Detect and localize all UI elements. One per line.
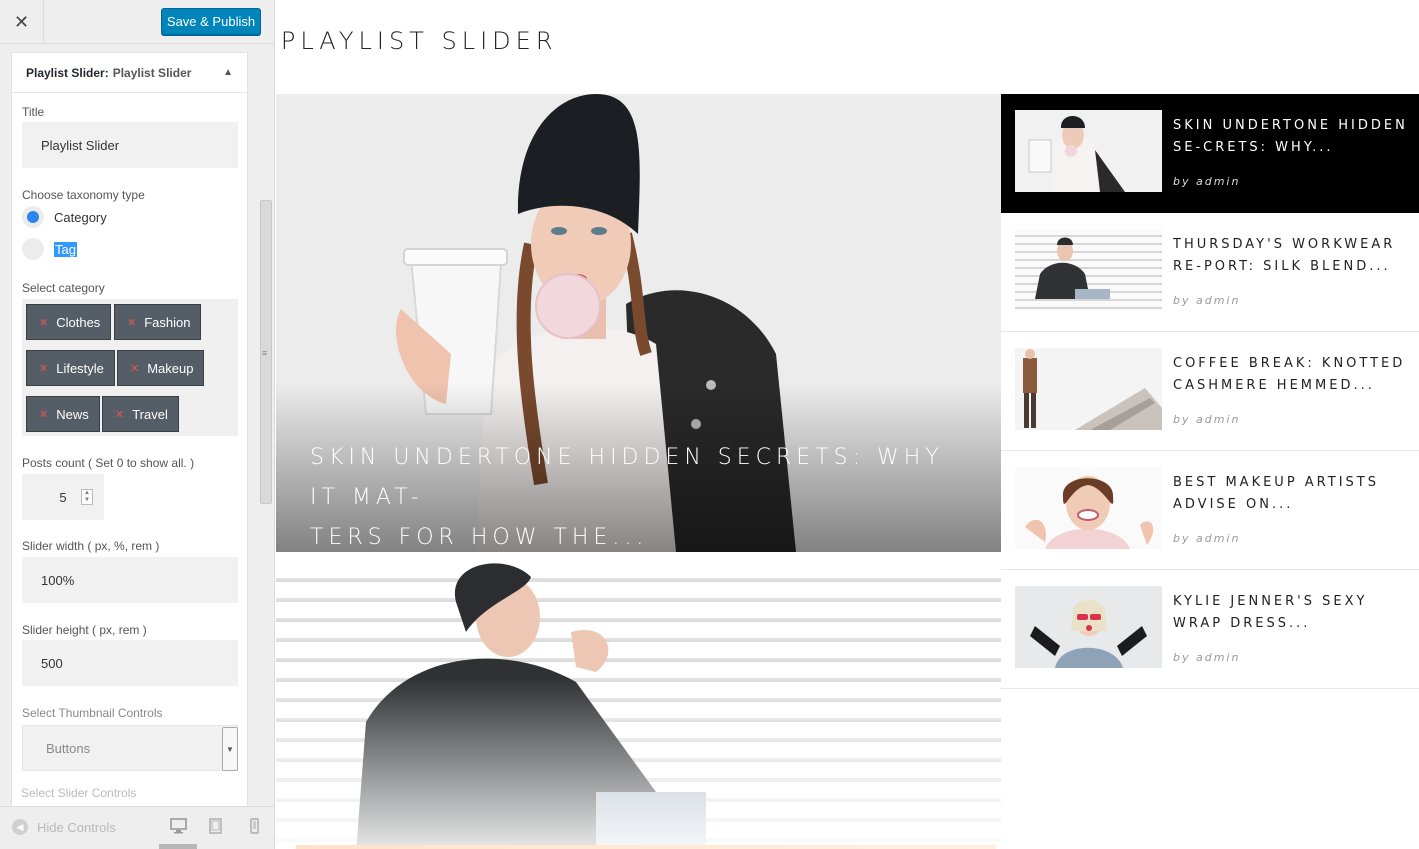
thumbnail-image <box>1015 348 1162 430</box>
close-icon[interactable]: ✕ <box>0 0 44 44</box>
posts-count-label: Posts count ( Set 0 to show all. ) <box>22 456 195 470</box>
category-chip[interactable]: ✕ Travel <box>102 396 179 432</box>
thumbnail-item[interactable]: KYLIE JENNER'S SEXY WRAP DRESS... by adm… <box>1001 570 1419 689</box>
chevron-down-icon[interactable]: ▼ <box>222 727 238 771</box>
remove-icon[interactable]: ✕ <box>39 408 48 421</box>
category-chip[interactable]: ✕ Fashion <box>114 304 202 340</box>
widget-title-bar[interactable]: Playlist Slider: Playlist Slider ▲ <box>12 53 247 93</box>
taxonomy-option-tag[interactable]: Tag <box>22 238 77 260</box>
slider-width-label: Slider width ( px, %, rem ) <box>22 539 160 553</box>
taxonomy-option-category[interactable]: Category <box>22 206 107 228</box>
thumbnail-image <box>1015 229 1162 311</box>
hero-caption-line: TERS FOR HOW THE... <box>310 525 649 550</box>
radio-tag[interactable] <box>22 238 44 260</box>
chip-label: News <box>56 406 89 422</box>
slider-height-input[interactable]: 500 <box>22 640 238 686</box>
hide-controls-button[interactable]: ◀ Hide Controls <box>12 819 116 835</box>
page-title: ▲PLAYLIST SLIDER <box>276 27 558 55</box>
thumbnail-title[interactable]: SKIN UNDERTONE HIDDEN SE-CRETS: WHY... <box>1173 115 1408 159</box>
widget-title-prefix: Playlist Slider: <box>26 65 109 80</box>
sidebar-footer: ◀ Hide Controls <box>0 806 274 849</box>
title-input[interactable]: Playlist Slider <box>22 122 238 168</box>
chip-label: Fashion <box>144 314 191 330</box>
taxonomy-option-label: Category <box>54 209 107 225</box>
hero-caption[interactable]: SKIN UNDERTONE HIDDEN SECRETS: WHY IT MA… <box>310 438 970 552</box>
remove-icon[interactable]: ✕ <box>39 316 48 329</box>
desktop-icon[interactable] <box>170 818 187 839</box>
category-chip[interactable]: ✕ Lifestyle <box>26 350 115 386</box>
category-chip[interactable]: ✕ Makeup <box>117 350 205 386</box>
bottom-strip <box>296 845 996 849</box>
taxonomy-option-label: Tag <box>54 241 77 257</box>
tablet-icon[interactable] <box>209 818 222 839</box>
thumbnail-item[interactable]: BEST MAKEUP ARTISTS ADVISE ON... by admi… <box>1001 451 1419 570</box>
thumbnail-image <box>1015 467 1162 549</box>
collapse-left-icon: ◀ <box>12 819 28 835</box>
collapse-arrow-icon[interactable]: ▲ <box>223 67 233 78</box>
thumbnail-item[interactable]: COFFEE BREAK: KNOTTED CASHMERE HEMMED...… <box>1001 332 1419 451</box>
thumb-controls-select[interactable]: Buttons ▼ <box>22 725 238 771</box>
thumbnail-title[interactable]: KYLIE JENNER'S SEXY WRAP DRESS... <box>1173 591 1408 635</box>
widget-title-name: Playlist Slider <box>112 65 192 80</box>
thumbnail-image <box>1015 110 1162 192</box>
page-title-text: PLAYLIST SLIDER <box>280 27 558 55</box>
chip-label: Makeup <box>147 360 194 376</box>
remove-icon[interactable]: ✕ <box>127 316 136 329</box>
chip-label: Lifestyle <box>56 360 104 376</box>
chip-label: Travel <box>132 406 168 422</box>
category-label: Select category <box>22 281 105 295</box>
slider-height-label: Slider height ( px, rem ) <box>22 623 147 637</box>
thumbnail-author: by admin <box>1173 413 1241 426</box>
title-label: Title <box>22 105 45 119</box>
playlist-slider-widget: Playlist Slider: Playlist Slider ▲ Title… <box>11 52 248 812</box>
slider-width-input[interactable]: 100% <box>22 557 238 603</box>
active-device-indicator <box>159 844 197 849</box>
thumb-controls-value: Buttons <box>46 740 91 756</box>
category-chip[interactable]: ✕ News <box>26 396 100 432</box>
slider-controls-label: Select Slider Controls <box>21 786 137 800</box>
sidebar-scrollbar[interactable]: ≡ <box>258 44 274 806</box>
mobile-icon[interactable] <box>250 818 259 839</box>
taxonomy-label: Choose taxonomy type <box>22 188 145 202</box>
thumbnail-title[interactable]: BEST MAKEUP ARTISTS ADVISE ON... <box>1173 472 1408 516</box>
thumbnail-title[interactable]: THURSDAY'S WORKWEAR RE-PORT: SILK BLEND.… <box>1173 234 1408 278</box>
category-chip[interactable]: ✕ Clothes <box>26 304 112 340</box>
hero-caption-line: SKIN UNDERTONE HIDDEN SECRETS: WHY IT MA… <box>310 445 944 510</box>
posts-count-input[interactable]: 5 ▲ ▼ <box>22 474 104 520</box>
posts-count-value: 5 <box>59 489 67 505</box>
caret-icon: ▲ <box>276 27 279 38</box>
thumbnail-author: by admin <box>1173 532 1241 545</box>
thumb-controls-label: Select Thumbnail Controls <box>22 706 163 720</box>
sidebar-header: ✕ Save & Publish <box>0 0 274 44</box>
thumbnail-author: by admin <box>1173 294 1241 307</box>
thumbnail-image <box>1015 586 1162 668</box>
category-select[interactable]: ✕ Clothes ✕ Fashion ✕ Lifestyle ✕ Makeup ✕ Ne… <box>22 299 238 436</box>
remove-icon[interactable]: ✕ <box>130 362 139 375</box>
site-preview: ▲PLAYLIST SLIDER <box>276 0 1419 849</box>
thumbnail-author: by admin <box>1173 175 1241 188</box>
customizer-screen: ✕ Save & Publish Playlist Slider: Playli… <box>0 0 1419 849</box>
thumbnail-item[interactable]: SKIN UNDERTONE HIDDEN SE-CRETS: WHY... b… <box>1001 94 1419 213</box>
chip-label: Clothes <box>56 314 101 330</box>
hide-controls-label: Hide Controls <box>37 819 116 835</box>
hero-slide[interactable]: SKIN UNDERTONE HIDDEN SECRETS: WHY IT MA… <box>276 94 1001 552</box>
remove-icon[interactable]: ✕ <box>39 362 48 375</box>
save-publish-button[interactable]: Save & Publish <box>161 8 261 35</box>
radio-category[interactable] <box>22 206 44 228</box>
scroll-grip-icon: ≡ <box>262 348 268 358</box>
thumbnail-author: by admin <box>1173 651 1241 664</box>
remove-icon[interactable]: ✕ <box>115 408 124 421</box>
number-spinner-icon[interactable]: ▲ ▼ <box>81 489 93 505</box>
thumbnail-title[interactable]: COFFEE BREAK: KNOTTED CASHMERE HEMMED... <box>1173 353 1408 397</box>
customizer-sidebar: ✕ Save & Publish Playlist Slider: Playli… <box>0 0 275 849</box>
next-slide[interactable] <box>276 562 1001 849</box>
thumbnail-item[interactable]: THURSDAY'S WORKWEAR RE-PORT: SILK BLEND.… <box>1001 213 1419 332</box>
slide-fade <box>276 562 1001 849</box>
